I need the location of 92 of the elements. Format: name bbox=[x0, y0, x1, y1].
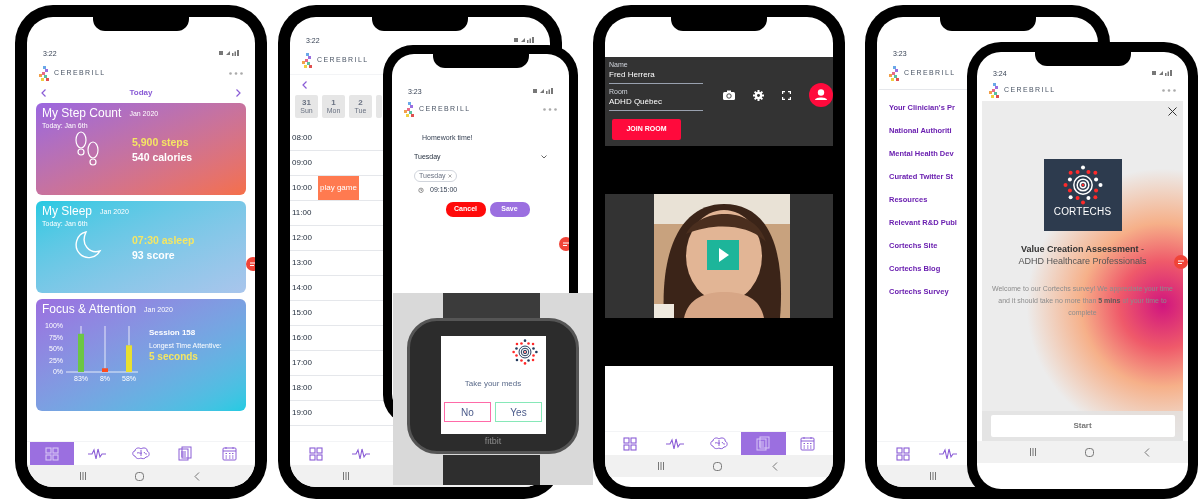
card-value: 5,900 steps bbox=[132, 135, 190, 150]
chevron-down-icon[interactable] bbox=[541, 154, 547, 159]
brain-icon[interactable] bbox=[710, 437, 728, 450]
play-icon[interactable] bbox=[707, 240, 739, 270]
brain-icon[interactable] bbox=[132, 447, 150, 460]
watch-prompt: Take your meds bbox=[464, 378, 522, 390]
yes-button[interactable]: Yes bbox=[495, 402, 542, 422]
alarm-icon bbox=[418, 187, 424, 194]
survey-title: Value Creation Assessment - bbox=[1020, 243, 1145, 255]
calendar-icon[interactable] bbox=[222, 446, 238, 461]
logo-text: CORTECHS bbox=[1053, 205, 1112, 219]
hour-label: 15:00 bbox=[292, 307, 314, 319]
settings-icon[interactable] bbox=[753, 89, 764, 101]
hour-label: 12:00 bbox=[292, 232, 314, 244]
bar bbox=[78, 333, 84, 372]
hour-label: 14:00 bbox=[292, 282, 314, 294]
back-icon[interactable] bbox=[1143, 447, 1150, 457]
back-icon[interactable] bbox=[193, 471, 200, 481]
card-title: Focus & Attention bbox=[42, 302, 137, 317]
chevron-left-icon[interactable] bbox=[302, 81, 307, 89]
floating-action-icon[interactable] bbox=[1174, 255, 1188, 269]
fullscreen-icon[interactable] bbox=[782, 90, 791, 100]
card-value: 07:30 asleep bbox=[132, 233, 195, 248]
day-number: 31 bbox=[302, 98, 311, 107]
home-icon[interactable] bbox=[1085, 447, 1094, 457]
more-icon[interactable] bbox=[229, 71, 243, 75]
recent-apps-icon[interactable] bbox=[928, 472, 937, 480]
back-icon[interactable] bbox=[771, 461, 778, 471]
hour-label: 17:00 bbox=[292, 357, 314, 369]
hour-label: 09:00 bbox=[292, 157, 314, 169]
chevron-right-icon[interactable] bbox=[236, 89, 241, 97]
hour-label: 11:00 bbox=[292, 207, 313, 219]
calendar-icon[interactable] bbox=[800, 436, 816, 451]
recent-apps-icon[interactable] bbox=[1028, 448, 1037, 456]
home-icon[interactable] bbox=[713, 461, 722, 471]
bar bbox=[102, 368, 108, 372]
field-value: Fred Herrera bbox=[609, 69, 656, 80]
status-icon bbox=[514, 37, 534, 43]
target-logo-icon bbox=[511, 339, 538, 365]
card-value: 540 calories bbox=[132, 150, 193, 165]
recent-apps-icon[interactable] bbox=[341, 472, 350, 480]
field-value: ADHD Québec bbox=[609, 96, 663, 107]
pulse-icon[interactable] bbox=[87, 447, 106, 460]
moon-icon bbox=[72, 229, 102, 261]
recent-apps-icon[interactable] bbox=[656, 462, 665, 470]
grid-icon[interactable] bbox=[895, 446, 910, 461]
card-value: 93 score bbox=[132, 248, 176, 263]
hour-label: 10:00 bbox=[292, 182, 314, 194]
card-title: My Step Count bbox=[42, 106, 122, 121]
day-number: 2 bbox=[358, 98, 363, 107]
logo-icon bbox=[989, 82, 1000, 98]
bar bbox=[126, 345, 132, 372]
no-button[interactable]: No bbox=[444, 402, 491, 422]
session-label: Session 158 bbox=[149, 327, 197, 338]
start-button[interactable]: Start bbox=[990, 415, 1175, 437]
status-icon bbox=[533, 88, 553, 94]
day-tile[interactable] bbox=[376, 95, 382, 118]
logo-icon bbox=[404, 101, 415, 117]
pulse-icon[interactable] bbox=[938, 447, 957, 460]
more-icon[interactable] bbox=[543, 107, 557, 111]
logo-icon bbox=[39, 65, 50, 81]
chevron-left-icon[interactable] bbox=[41, 89, 46, 97]
pulse-icon[interactable] bbox=[665, 437, 684, 450]
close-icon[interactable] bbox=[1168, 107, 1177, 116]
camera-switch-icon[interactable] bbox=[723, 90, 735, 100]
logo-icon bbox=[1062, 165, 1103, 205]
hour-label: 08:00 bbox=[292, 132, 314, 144]
grid-icon[interactable] bbox=[623, 436, 638, 451]
day-number: 1 bbox=[331, 98, 336, 107]
status-icon bbox=[219, 50, 239, 56]
hour-label: 16:00 bbox=[292, 332, 314, 344]
recent-apps-icon[interactable] bbox=[78, 472, 87, 480]
date-label: Today bbox=[129, 87, 153, 99]
pulse-icon[interactable] bbox=[351, 447, 370, 460]
logo-icon bbox=[302, 52, 313, 68]
logo-icon bbox=[889, 65, 900, 81]
hour-label: 19:00 bbox=[292, 407, 314, 419]
documents-icon[interactable] bbox=[178, 446, 193, 461]
hour-label: 13:00 bbox=[292, 257, 314, 269]
card-value: 5 seconds bbox=[149, 350, 199, 363]
grid-icon[interactable] bbox=[308, 446, 323, 461]
card-title: My Sleep bbox=[42, 204, 93, 219]
floating-action-icon[interactable] bbox=[559, 237, 569, 251]
avatar-icon[interactable] bbox=[809, 83, 833, 107]
survey-subtitle: ADHD Healthcare Professionals bbox=[1018, 255, 1147, 267]
status-icon bbox=[1152, 70, 1172, 76]
documents-icon[interactable] bbox=[756, 436, 771, 451]
device-label: fitbit bbox=[484, 436, 502, 447]
more-icon[interactable] bbox=[1162, 88, 1176, 92]
hour-label: 18:00 bbox=[292, 382, 314, 394]
home-icon[interactable] bbox=[135, 471, 144, 481]
grid-icon[interactable] bbox=[45, 446, 60, 461]
